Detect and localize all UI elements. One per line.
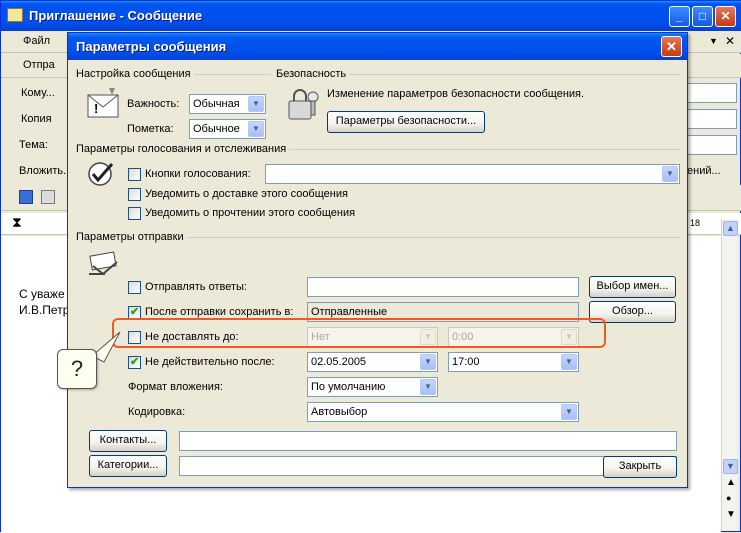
- attach-label[interactable]: Вложить...: [19, 165, 72, 177]
- cc-input[interactable]: [685, 109, 737, 129]
- chevron-down-icon[interactable]: ▼: [420, 354, 436, 370]
- attachment-format-value: По умолчанию: [311, 381, 386, 393]
- select-browse-icon[interactable]: ●: [726, 493, 731, 503]
- help-callout: ?: [57, 349, 97, 389]
- scroll-up-icon[interactable]: ▲: [723, 221, 738, 236]
- voting-check-icon: [88, 162, 114, 186]
- delivery-receipt-checkbox[interactable]: [128, 188, 141, 201]
- print-icon[interactable]: [41, 190, 55, 204]
- subject-input[interactable]: [685, 135, 737, 155]
- message-settings-title: Настройка сообщения: [76, 68, 194, 80]
- expires-time-value: 17:00: [452, 356, 480, 368]
- save-sent-folder-value: Отправленные: [311, 306, 388, 318]
- to-button[interactable]: Кому...: [21, 87, 55, 99]
- security-title: Безопасность: [276, 68, 350, 80]
- contacts-button[interactable]: Контакты...: [89, 430, 167, 452]
- attachment-format-label: Формат вложения:: [128, 381, 223, 393]
- encoding-select[interactable]: Автовыбор ▼: [307, 402, 579, 422]
- read-receipt-checkbox[interactable]: [128, 207, 141, 220]
- minimize-button[interactable]: _: [669, 6, 690, 27]
- security-lock-icon: [288, 89, 319, 120]
- voting-buttons-select[interactable]: ▼: [265, 164, 680, 184]
- reply-to-input[interactable]: [307, 277, 579, 297]
- voting-buttons-checkbox[interactable]: [128, 168, 141, 181]
- prev-object-icon[interactable]: ▲: [726, 477, 736, 488]
- delivery-options-icon: [89, 251, 118, 276]
- security-settings-button[interactable]: Параметры безопасности...: [327, 111, 485, 133]
- message-options-dialog: Параметры сообщения ✕ Настройка сообщени…: [67, 32, 688, 488]
- attach-overflow-text: ений...: [687, 165, 721, 177]
- message-window-title: Приглашение - Сообщение: [29, 8, 203, 23]
- chevron-down-icon[interactable]: ▼: [662, 166, 678, 182]
- font-size-value: 18: [690, 218, 701, 228]
- contacts-input[interactable]: [179, 431, 677, 451]
- maximize-button[interactable]: □: [692, 6, 713, 27]
- chevron-down-icon[interactable]: ▼: [420, 379, 436, 395]
- importance-label: Важность:: [127, 98, 180, 110]
- expires-highlight: [112, 318, 606, 348]
- dialog-titlebar: Параметры сообщения ✕: [68, 33, 687, 60]
- importance-value: Обычная: [193, 98, 240, 110]
- ruler-indent-icon[interactable]: ⧗: [12, 214, 22, 231]
- dialog-title: Параметры сообщения: [76, 39, 227, 54]
- sensitivity-label: Пометка:: [127, 123, 174, 135]
- to-input[interactable]: [685, 83, 737, 103]
- chevron-down-icon[interactable]: ▼: [248, 121, 264, 137]
- subject-label: Тема:: [19, 139, 48, 151]
- reply-to-checkbox[interactable]: [128, 281, 141, 294]
- sensitivity-select[interactable]: Обычное ▼: [189, 119, 266, 139]
- voting-buttons-label: Кнопки голосования:: [145, 168, 251, 180]
- cc-button[interactable]: Копия: [21, 113, 52, 125]
- encoding-value: Автовыбор: [311, 406, 368, 418]
- chevron-down-icon[interactable]: ▼: [561, 354, 577, 370]
- save-sent-label: После отправки сохранить в:: [145, 306, 294, 318]
- expires-date-value: 02.05.2005: [311, 356, 367, 368]
- menu-close-icon[interactable]: ✕: [725, 34, 735, 48]
- sensitivity-value: Обычное: [193, 123, 240, 135]
- save-icon[interactable]: [19, 190, 33, 204]
- categories-button[interactable]: Категории...: [89, 455, 167, 477]
- dialog-close-button[interactable]: ✕: [661, 36, 682, 57]
- delivery-title: Параметры отправки: [76, 231, 187, 243]
- reply-to-label: Отправлять ответы:: [145, 281, 247, 293]
- menu-dropdown-icon[interactable]: ▼: [709, 36, 722, 48]
- menu-file[interactable]: Файл: [23, 35, 50, 47]
- chevron-down-icon[interactable]: ▼: [248, 96, 264, 112]
- attachment-format-select[interactable]: По умолчанию ▼: [307, 377, 438, 397]
- close-button[interactable]: Закрыть: [603, 456, 677, 478]
- body-scrollbar[interactable]: ▲ ▼ ▲ ● ▼: [721, 219, 738, 531]
- envelope-icon: [7, 8, 23, 22]
- body-line-2: И.В.Петр: [19, 303, 70, 317]
- importance-select[interactable]: Обычная ▼: [189, 94, 266, 114]
- encoding-label: Кодировка:: [128, 406, 186, 418]
- voting-title: Параметры голосования и отслеживания: [76, 143, 290, 155]
- delivery-receipt-label: Уведомить о доставке этого сообщения: [145, 188, 348, 200]
- envelope-settings-icon: !: [87, 88, 119, 118]
- body-line-1: С уваже: [19, 287, 65, 301]
- expires-date-select[interactable]: 02.05.2005 ▼: [307, 352, 438, 372]
- scroll-down-icon[interactable]: ▼: [723, 459, 738, 474]
- chevron-down-icon[interactable]: ▼: [561, 404, 577, 420]
- expires-label: Не действительно после:: [145, 356, 275, 368]
- svg-text:!: !: [94, 101, 98, 116]
- next-object-icon[interactable]: ▼: [726, 509, 736, 520]
- read-receipt-label: Уведомить о прочтении этого сообщения: [145, 207, 356, 219]
- select-names-button[interactable]: Выбор имен...: [589, 276, 676, 298]
- send-button[interactable]: Отпра: [23, 59, 55, 71]
- window-close-button[interactable]: ✕: [715, 6, 736, 27]
- security-description: Изменение параметров безопасности сообще…: [327, 88, 585, 100]
- expires-time-select[interactable]: 17:00 ▼: [448, 352, 579, 372]
- dialog-client: Настройка сообщения ! Важность: Обычная …: [71, 60, 684, 485]
- message-window-titlebar: Приглашение - Сообщение _ □ ✕: [1, 1, 741, 31]
